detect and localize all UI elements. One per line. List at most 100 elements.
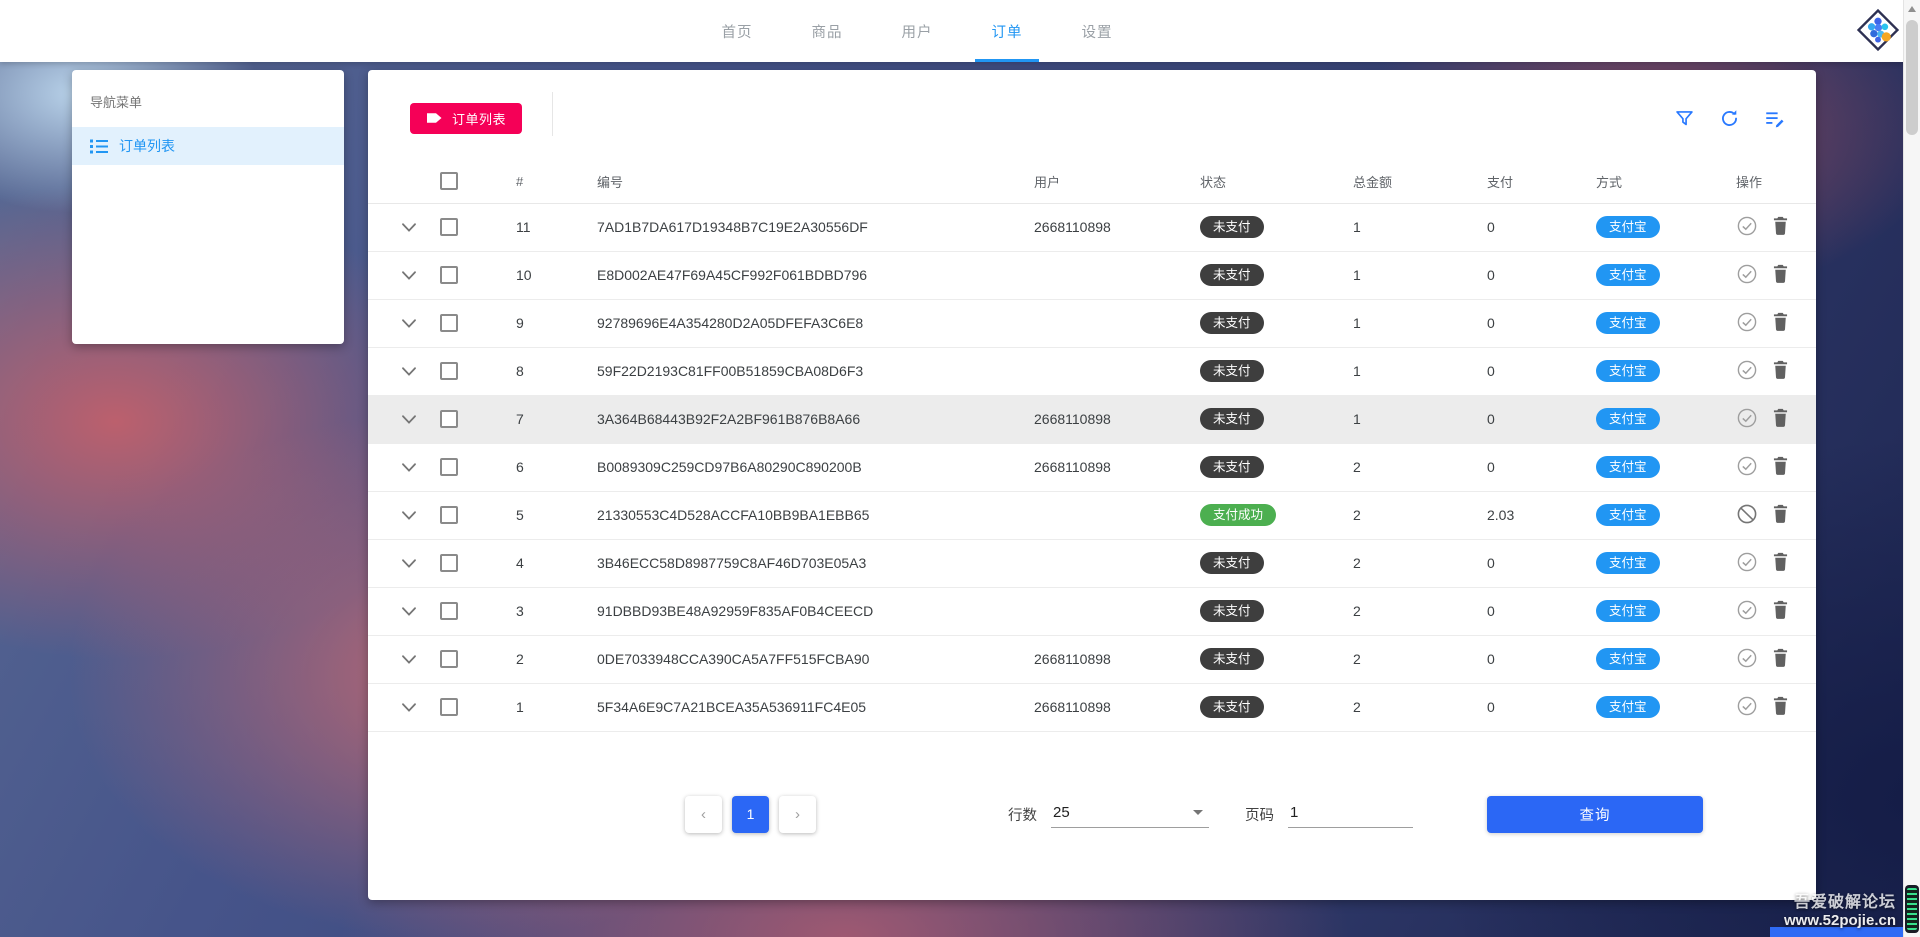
expand-row-chevron-icon[interactable] <box>398 219 420 236</box>
order-row: 391DBBD93BE48A92959F835AF0B4CEECD未支付20支付… <box>368 587 1816 635</box>
cell-actions <box>1703 491 1816 539</box>
refresh-icon[interactable] <box>1719 108 1740 129</box>
cell-paid: 0 <box>1454 203 1563 251</box>
cell-method: 支付宝 <box>1563 443 1703 491</box>
expand-row-chevron-icon[interactable] <box>398 267 420 284</box>
trash-icon[interactable] <box>1773 504 1788 523</box>
trash-icon[interactable] <box>1773 552 1788 571</box>
status-badge: 未支付 <box>1200 408 1264 431</box>
check-circle-icon[interactable] <box>1736 551 1758 573</box>
scrollbar-thumb[interactable] <box>1906 20 1918 135</box>
check-circle-icon[interactable] <box>1736 215 1758 237</box>
tab-settings[interactable]: 设置 <box>1052 0 1142 62</box>
cell-actions <box>1703 299 1816 347</box>
row-checkbox[interactable] <box>440 218 458 236</box>
expand-row-chevron-icon[interactable] <box>398 555 420 572</box>
tab-products[interactable]: 商品 <box>782 0 872 62</box>
rows-per-page-label: 行数 <box>1008 804 1037 825</box>
cell-status: 未支付 <box>1167 203 1320 251</box>
tab-home[interactable]: 首页 <box>692 0 782 62</box>
watermark-line1: 吾爱破解论坛 <box>1784 888 1896 912</box>
cell-total: 2 <box>1320 491 1454 539</box>
order-row: 43B46ECC58D8987759C8AF46D703E05A3未支付20支付… <box>368 539 1816 587</box>
expand-row-chevron-icon[interactable] <box>398 603 420 620</box>
cell-code: 3B46ECC58D8987759C8AF46D703E05A3 <box>564 539 1001 587</box>
block-icon[interactable] <box>1736 503 1758 525</box>
filter-icon[interactable] <box>1674 108 1695 129</box>
row-checkbox[interactable] <box>440 314 458 332</box>
check-circle-icon[interactable] <box>1736 455 1758 477</box>
vertical-scrollbar[interactable] <box>1903 0 1920 937</box>
cell-num: 3 <box>486 587 564 635</box>
row-checkbox[interactable] <box>440 266 458 284</box>
trash-icon[interactable] <box>1773 456 1788 475</box>
cell-status: 支付成功 <box>1167 491 1320 539</box>
check-circle-icon[interactable] <box>1736 695 1758 717</box>
check-circle-icon[interactable] <box>1736 407 1758 429</box>
trash-icon[interactable] <box>1773 216 1788 235</box>
cell-method: 支付宝 <box>1563 347 1703 395</box>
status-badge: 未支付 <box>1200 456 1264 479</box>
trash-icon[interactable] <box>1773 360 1788 379</box>
expand-row-chevron-icon[interactable] <box>398 651 420 668</box>
order-row: 521330553C4D528ACCFA10BB9BA1EBB65支付成功22.… <box>368 491 1816 539</box>
row-checkbox[interactable] <box>440 698 458 716</box>
pagination: ‹ 1 › 行数 25 页码 查询 <box>368 794 1816 834</box>
trash-icon[interactable] <box>1773 648 1788 667</box>
edit-list-icon[interactable] <box>1764 108 1786 129</box>
table-header-row: # 编号 用户 状态 总金额 支付 方式 操作 <box>368 160 1816 203</box>
trash-icon[interactable] <box>1773 600 1788 619</box>
toolbar-icons <box>1674 108 1786 129</box>
cell-code: B0089309C259CD97B6A80290C890200B <box>564 443 1001 491</box>
header-expand <box>368 160 440 203</box>
cell-user <box>1001 347 1167 395</box>
cell-paid: 0 <box>1454 635 1563 683</box>
row-checkbox[interactable] <box>440 410 458 428</box>
page-number-input[interactable] <box>1288 801 1413 828</box>
row-checkbox[interactable] <box>440 362 458 380</box>
expand-row-chevron-icon[interactable] <box>398 699 420 716</box>
expand-row-chevron-icon[interactable] <box>398 411 420 428</box>
check-circle-icon[interactable] <box>1736 599 1758 621</box>
order-table-body: 117AD1B7DA617D19348B7C19E2A30556DF266811… <box>368 203 1816 731</box>
check-circle-icon[interactable] <box>1736 311 1758 333</box>
page-1-button[interactable]: 1 <box>732 796 769 833</box>
header-status: 状态 <box>1167 160 1320 203</box>
rows-per-page-select[interactable]: 25 <box>1051 801 1209 828</box>
expand-row-chevron-icon[interactable] <box>398 315 420 332</box>
tab-users[interactable]: 用户 <box>872 0 962 62</box>
select-all-checkbox[interactable] <box>440 172 458 190</box>
trash-icon[interactable] <box>1773 264 1788 283</box>
next-page-button[interactable]: › <box>779 796 816 833</box>
sidebar-title: 导航菜单 <box>72 70 344 127</box>
cell-user: 2668110898 <box>1001 443 1167 491</box>
check-circle-icon[interactable] <box>1736 263 1758 285</box>
trash-icon[interactable] <box>1773 312 1788 331</box>
cell-actions <box>1703 587 1816 635</box>
expand-row-chevron-icon[interactable] <box>398 459 420 476</box>
trash-icon[interactable] <box>1773 696 1788 715</box>
cell-method: 支付宝 <box>1563 539 1703 587</box>
row-checkbox[interactable] <box>440 650 458 668</box>
header-total: 总金额 <box>1320 160 1454 203</box>
status-badge: 未支付 <box>1200 648 1264 671</box>
query-button[interactable]: 查询 <box>1487 796 1703 833</box>
cell-user: 2668110898 <box>1001 203 1167 251</box>
row-checkbox[interactable] <box>440 458 458 476</box>
trash-icon[interactable] <box>1773 408 1788 427</box>
expand-row-chevron-icon[interactable] <box>398 363 420 380</box>
scroll-up-arrow-icon[interactable] <box>1908 6 1916 12</box>
row-checkbox[interactable] <box>440 554 458 572</box>
cell-method: 支付宝 <box>1563 635 1703 683</box>
status-badge: 支付成功 <box>1200 504 1276 527</box>
check-circle-icon[interactable] <box>1736 647 1758 669</box>
tab-orders[interactable]: 订单 <box>962 0 1052 62</box>
check-circle-icon[interactable] <box>1736 359 1758 381</box>
row-checkbox[interactable] <box>440 506 458 524</box>
sidebar-item-order-list[interactable]: 订单列表 <box>72 127 344 165</box>
chevron-down-icon <box>1193 810 1203 815</box>
expand-row-chevron-icon[interactable] <box>398 507 420 524</box>
order-list-chip-button[interactable]: 订单列表 <box>410 103 522 134</box>
row-checkbox[interactable] <box>440 602 458 620</box>
prev-page-button[interactable]: ‹ <box>685 796 722 833</box>
